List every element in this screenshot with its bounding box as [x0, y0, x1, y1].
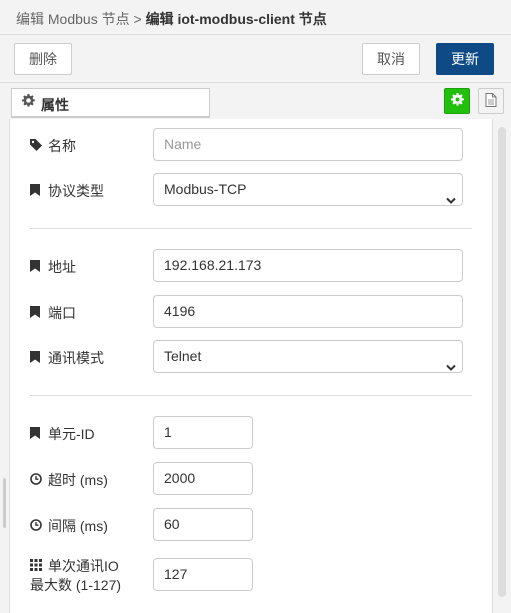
port-input[interactable]: 4196: [153, 295, 463, 328]
protocol-value: Modbus-TCP: [164, 181, 247, 197]
divider: [30, 228, 472, 229]
document-icon: [485, 92, 497, 110]
interval-value: 60: [164, 516, 180, 532]
timeout-row: 超时 (ms) 2000: [30, 462, 480, 496]
tab-properties[interactable]: 属性: [11, 88, 210, 118]
timeout-label-text: 超时 (ms): [48, 472, 108, 488]
unit-id-value: 1: [164, 424, 172, 440]
grid-icon: [30, 557, 44, 576]
cancel-button[interactable]: 取消: [362, 43, 420, 75]
divider: [30, 395, 472, 396]
scrollbar[interactable]: [493, 119, 511, 613]
breadcrumb: 编辑 Modbus 节点 > 编辑 iot-modbus-client 节点: [16, 9, 327, 29]
name-input[interactable]: Name: [153, 128, 463, 161]
tab-underline: [11, 116, 210, 118]
clock-icon: [30, 518, 44, 534]
address-row: 地址 192.168.21.173: [30, 249, 480, 283]
timeout-input[interactable]: 2000: [153, 462, 253, 495]
tab-bar: 属性: [0, 83, 511, 119]
breadcrumb-parent[interactable]: 编辑 Modbus 节点: [16, 11, 130, 27]
protocol-label: 协议类型: [30, 181, 104, 201]
dialog-toolbar: 删除 取消 更新: [0, 35, 511, 83]
address-input[interactable]: 192.168.21.173: [153, 249, 463, 282]
bookmark-icon: [30, 426, 44, 442]
max-io-input[interactable]: 127: [153, 558, 253, 591]
bookmark-icon: [30, 350, 44, 366]
interval-label-text: 间隔 (ms): [48, 518, 108, 534]
name-label-text: 名称: [48, 138, 76, 154]
delete-button[interactable]: 删除: [14, 43, 72, 75]
unit-id-row: 单元-ID 1: [30, 416, 480, 450]
tag-icon: [30, 138, 44, 154]
unit-id-label-text: 单元-ID: [48, 426, 95, 442]
protocol-label-text: 协议类型: [48, 183, 104, 199]
port-row: 端口 4196: [30, 295, 480, 329]
bookmark-icon: [30, 259, 44, 275]
protocol-row: 协议类型 Modbus-TCP: [30, 173, 480, 207]
gear-icon: [22, 94, 35, 110]
max-io-row: 单次通讯IO 最大数 (1-127) 127: [30, 557, 480, 597]
name-placeholder: Name: [164, 136, 202, 152]
port-value: 4196: [164, 303, 196, 319]
port-label-text: 端口: [48, 305, 76, 321]
name-row: 名称 Name: [30, 128, 480, 162]
interval-row: 间隔 (ms) 60: [30, 508, 480, 542]
name-label: 名称: [30, 136, 76, 156]
max-io-label: 单次通讯IO 最大数 (1-127): [30, 557, 121, 595]
max-io-label-line1: 单次通讯IO: [48, 558, 119, 574]
properties-panel: 名称 Name 协议类型 Modbus-TCP 地址 192.168.21.17…: [9, 119, 493, 613]
address-label: 地址: [30, 257, 76, 277]
max-io-label-line2: 最大数 (1-127): [30, 577, 122, 593]
title-bar: 编辑 Modbus 节点 > 编辑 iot-modbus-client 节点: [0, 0, 511, 35]
breadcrumb-current: 编辑 iot-modbus-client 节点: [145, 11, 327, 27]
comm-mode-row: 通讯模式 Telnet: [30, 340, 480, 374]
bookmark-icon: [30, 305, 44, 321]
unit-id-input[interactable]: 1: [153, 416, 253, 449]
address-value: 192.168.21.173: [164, 257, 262, 273]
chevron-down-icon: [446, 185, 456, 216]
clock-icon: [30, 472, 44, 488]
timeout-value: 2000: [164, 470, 196, 486]
bookmark-icon: [30, 183, 44, 199]
resize-handle[interactable]: [3, 478, 6, 528]
scrollbar-thumb[interactable]: [498, 127, 506, 597]
interval-input[interactable]: 60: [153, 508, 253, 541]
port-label: 端口: [30, 303, 76, 323]
unit-id-label: 单元-ID: [30, 424, 95, 444]
address-label-text: 地址: [48, 259, 76, 275]
description-tab-button[interactable]: [478, 88, 504, 114]
comm-mode-label: 通讯模式: [30, 348, 104, 368]
max-io-value: 127: [164, 566, 188, 582]
chevron-down-icon: [446, 352, 456, 383]
comm-mode-value: Telnet: [164, 348, 202, 364]
gear-icon: [450, 93, 464, 109]
settings-tab-button[interactable]: [444, 88, 470, 114]
timeout-label: 超时 (ms): [30, 470, 108, 490]
interval-label: 间隔 (ms): [30, 516, 108, 536]
breadcrumb-separator: >: [133, 11, 142, 27]
tab-label: 属性: [41, 97, 69, 113]
protocol-select[interactable]: Modbus-TCP: [153, 173, 463, 206]
update-button[interactable]: 更新: [436, 43, 494, 75]
comm-mode-select[interactable]: Telnet: [153, 340, 463, 373]
comm-mode-label-text: 通讯模式: [48, 350, 104, 366]
